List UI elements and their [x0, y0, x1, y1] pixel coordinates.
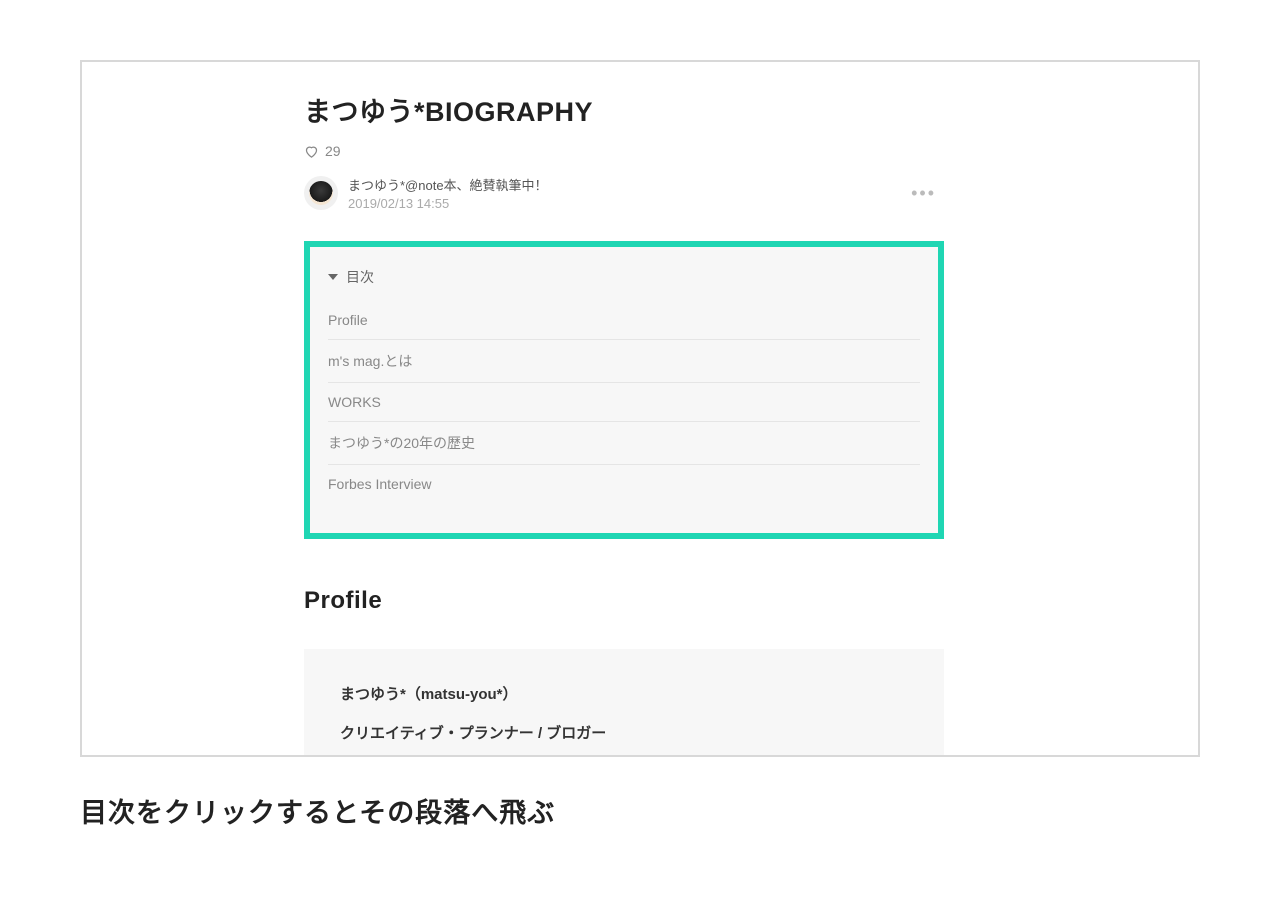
avatar[interactable] — [304, 176, 338, 210]
toc-item[interactable]: m's mag.とは — [328, 340, 920, 383]
like-row[interactable]: 29 — [304, 143, 944, 159]
screenshot-frame: まつゆう*BIOGRAPHY 29 まつゆう*@note本、絶賛執筆中！ 201… — [80, 60, 1200, 757]
caret-down-icon — [328, 274, 338, 280]
article-content: まつゆう*BIOGRAPHY 29 まつゆう*@note本、絶賛執筆中！ 201… — [304, 90, 944, 757]
toc-label: 目次 — [346, 267, 374, 287]
author-date: 2019/02/13 14:55 — [348, 196, 548, 211]
page-title: まつゆう*BIOGRAPHY — [304, 90, 944, 129]
toc-box: 目次 Profile m's mag.とは WORKS まつゆう*の20年の歴史… — [304, 241, 944, 539]
toc-item[interactable]: Profile — [328, 301, 920, 340]
section-heading: Profile — [304, 587, 944, 615]
toc-item[interactable]: WORKS — [328, 383, 920, 422]
heart-icon — [304, 144, 319, 159]
profile-box: まつゆう*（matsu-you*） クリエイティブ・プランナー / ブロガー — [304, 649, 944, 757]
more-button[interactable]: ••• — [903, 179, 944, 208]
caption-text: 目次をクリックするとその段落へ飛ぶ — [80, 791, 1200, 830]
toc-item[interactable]: まつゆう*の20年の歴史 — [328, 422, 920, 465]
author-row: まつゆう*@note本、絶賛執筆中！ 2019/02/13 14:55 ••• — [304, 175, 944, 211]
profile-role: クリエイティブ・プランナー / ブロガー — [340, 722, 908, 743]
author-meta: まつゆう*@note本、絶賛執筆中！ 2019/02/13 14:55 — [348, 175, 548, 211]
like-count: 29 — [325, 143, 341, 159]
profile-name: まつゆう*（matsu-you*） — [340, 683, 908, 704]
toc-item[interactable]: Forbes Interview — [328, 465, 920, 503]
author-name[interactable]: まつゆう*@note本、絶賛執筆中！ — [348, 175, 548, 194]
toc-header[interactable]: 目次 — [328, 267, 920, 287]
